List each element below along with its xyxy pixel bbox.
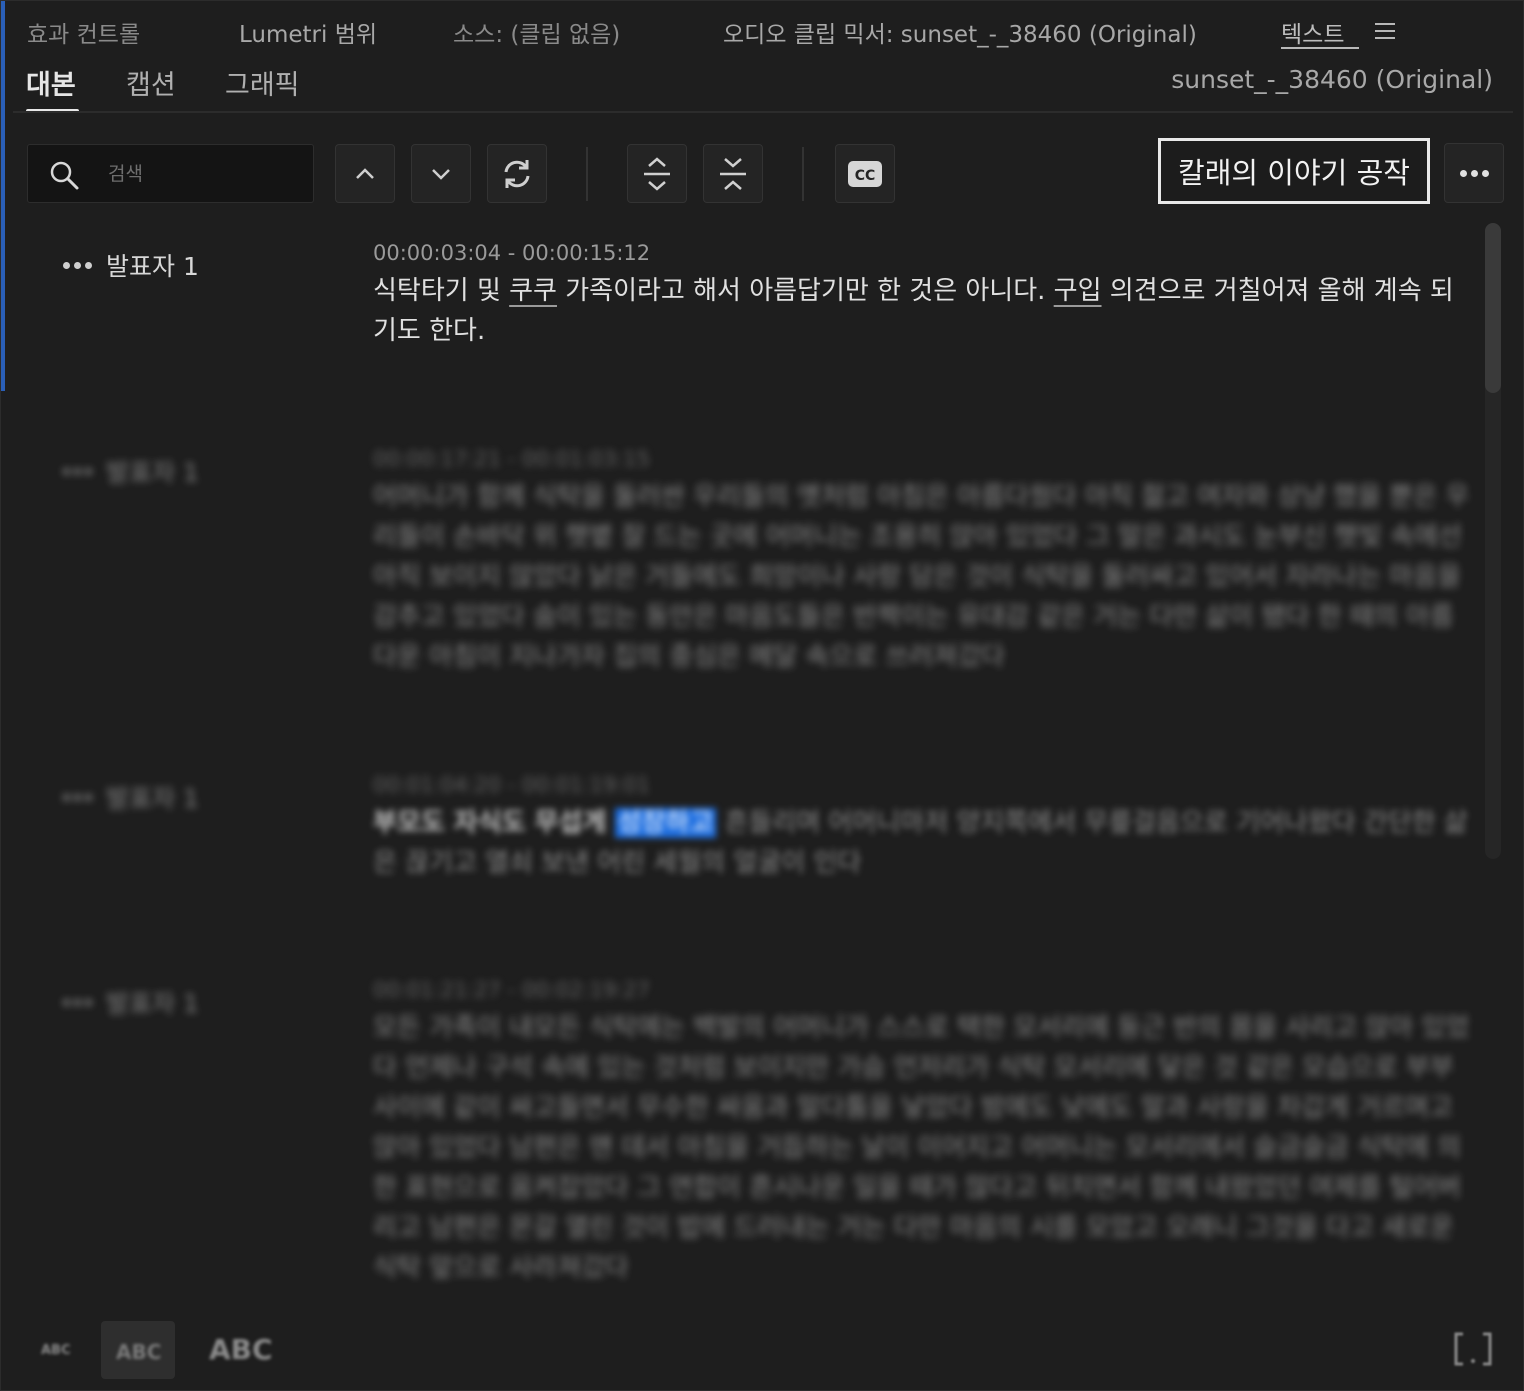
divider [13,111,1513,113]
more-icon [1459,169,1489,177]
expand-icon [644,156,670,191]
expand-all-button[interactable] [627,144,687,203]
bold-text: 부모도 자식도 무섭게 [373,808,607,838]
segment-text[interactable]: 어머니가 함께 식탁을 둘러싼 우리들의 옛처럼 아침은 아름다웠다 아직 젊고… [373,477,1473,677]
bottom-toolbar: ABC ABC ABC [1,1319,1524,1389]
speaker-menu-icon[interactable] [63,793,92,801]
toolbar-divider [586,147,588,201]
refresh-button[interactable] [487,144,547,203]
panel-menu-icon[interactable] [1375,23,1395,41]
scroll-thumb[interactable] [1485,223,1501,393]
segment-text[interactable]: 식탁타기 및 쿠쿠 가족이라고 해서 아름답기만 한 것은 아니다. 구입 의견… [373,271,1473,351]
segment-timecode: 00:01:04:20 - 00:01:19:01 [373,773,651,797]
font-size-medium-button[interactable]: ABC [116,1340,161,1364]
speaker-name[interactable]: 발표자 1 [106,779,199,815]
chevron-up-icon [356,167,374,179]
svg-text:CC: CC [855,168,876,184]
tab-effect-controls[interactable]: 효과 컨트롤 [27,15,140,49]
speaker-label[interactable]: 발표자 1 [63,779,199,815]
create-captions-button[interactable]: CC [835,144,895,203]
tab-source[interactable]: 소스: (클립 없음) [453,15,620,49]
tab-captions[interactable]: 캡션 [126,63,176,102]
speaker-menu-icon[interactable] [63,467,92,475]
font-size-large-button[interactable]: ABC [209,1333,273,1366]
speaker-menu-icon[interactable] [63,261,92,269]
tab-text[interactable]: 텍스트 [1281,15,1344,49]
previous-result-button[interactable] [335,144,395,203]
collapse-icon [720,157,746,190]
search-input[interactable] [94,145,304,202]
transcript-panel: 효과 컨트롤 Lumetri 범위 소스: (클립 없음) 오디오 클립 믹서:… [0,0,1524,1391]
segment-timecode: 00:00:17:21 - 00:01:03:15 [373,447,651,471]
underlined-word[interactable]: 쿠쿠 [509,276,557,306]
tab-lumetri-scopes[interactable]: Lumetri 범위 [239,15,377,49]
collapse-all-button[interactable] [703,144,763,203]
segment-text[interactable]: 모든 가족이 내모든 식탁에는 백발의 어머니가 스스로 택한 모서리에 둥근 … [373,1008,1473,1308]
underlined-word[interactable]: 구입 [1054,276,1102,306]
speaker-label[interactable]: 발표자 1 [63,247,199,283]
more-options-button[interactable] [1444,143,1504,203]
speaker-menu-icon[interactable] [63,998,92,1006]
active-tab-indicator [1281,47,1359,49]
bracket-icon[interactable] [1453,1331,1493,1367]
tab-transcript[interactable]: 대본 [26,63,76,102]
speaker-name[interactable]: 발표자 1 [106,453,199,489]
speaker-name[interactable]: 발표자 1 [106,247,199,283]
panel-tab-bar: 효과 컨트롤 Lumetri 범위 소스: (클립 없음) 오디오 클립 믹서:… [1,1,1524,61]
next-result-button[interactable] [411,144,471,203]
search-icon [50,161,79,190]
search-highlight[interactable]: 성장하고 [614,808,717,838]
closed-caption-icon: CC [848,160,882,187]
speaker-label[interactable]: 발표자 1 [63,453,199,489]
refresh-icon [504,159,530,188]
speaker-label[interactable]: 발표자 1 [63,984,199,1020]
clip-name-label: sunset_-_38460 (Original) [1171,65,1493,94]
font-preview-box[interactable]: 칼래의 이야기 공작 [1158,138,1430,204]
font-size-small-button[interactable]: ABC [41,1343,71,1358]
toolbar-divider [802,147,804,201]
speaker-name[interactable]: 발표자 1 [106,984,199,1020]
chevron-down-icon [432,168,450,180]
segment-text[interactable]: 부모도 자식도 무섭게 성장하고 흔들리며 어머니마저 양지쪽에서 무릎걸음으로… [373,803,1473,883]
segment-timecode: 00:01:21:27 - 00:02:19:27 [373,978,651,1002]
tab-audio-clip-mixer[interactable]: 오디오 클립 믹서: sunset_-_38460 (Original) [723,15,1197,49]
transcript-scrollbar[interactable] [1485,223,1501,859]
search-box[interactable] [27,144,314,203]
segment-timecode: 00:00:03:04 - 00:00:15:12 [373,241,651,265]
tab-graphics[interactable]: 그래픽 [225,63,300,102]
